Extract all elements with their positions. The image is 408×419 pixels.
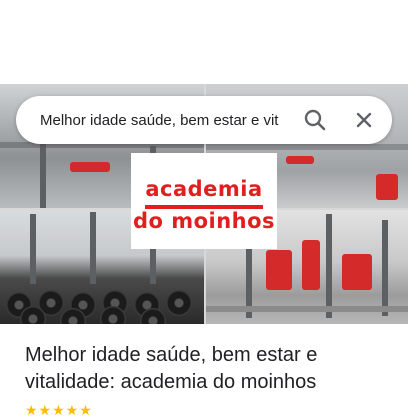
search-bar[interactable]: Melhor idade saúde, bem estar e vit [16,96,392,144]
rating-stars: ★★★★★ [25,402,93,418]
logo-line-2: do moinhos [132,209,276,233]
result-title[interactable]: Melhor idade saúde, bem estar e vitalida… [25,342,395,396]
academia-logo: academia do moinhos [131,153,277,249]
close-icon [356,112,372,128]
search-button[interactable] [299,104,331,136]
search-input[interactable]: Melhor idade saúde, bem estar e vit [40,110,290,132]
logo-line-1: academia [145,177,263,201]
clear-button[interactable] [348,104,380,136]
search-icon [304,109,326,131]
